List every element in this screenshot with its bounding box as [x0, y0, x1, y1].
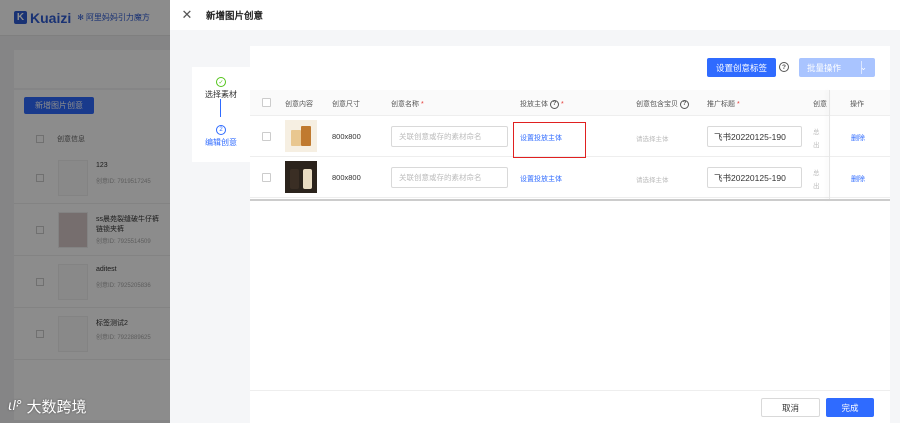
divider: [861, 61, 862, 74]
landing-select[interactable]: 请选择主体: [636, 174, 669, 184]
creative-name-input[interactable]: 关联创意或存的素材命名: [391, 167, 508, 188]
promo-title-input[interactable]: 飞书20220125-190: [707, 126, 802, 147]
delete-link[interactable]: 删除: [851, 174, 865, 184]
step-edit-creative[interactable]: 2 编辑创意: [192, 125, 250, 148]
done-button[interactable]: 完成: [826, 398, 874, 417]
creative-thumbnail[interactable]: [285, 120, 317, 152]
watermark-logo-icon: ιŀ°: [8, 399, 23, 414]
set-subject-link[interactable]: 设置投放主体: [520, 174, 562, 184]
header-subject: 投放主体? *: [520, 99, 564, 109]
set-creative-tag-button[interactable]: 设置创意标签: [707, 58, 776, 77]
step-select-material[interactable]: ✓ 选择素材: [192, 77, 250, 100]
header-size: 创意尺寸: [332, 101, 360, 108]
step-connector: [220, 99, 221, 117]
step-label: 选择素材: [205, 90, 237, 99]
table-header: 创意内容 创意尺寸 创意名称 * 投放主体? * 创意包含宝贝? 推广标题 * 创意 …: [250, 90, 890, 116]
step-label: 编辑创意: [205, 138, 237, 147]
creative-size: 800x800: [332, 173, 361, 182]
batch-label: 批量操作: [807, 62, 842, 73]
cancel-button[interactable]: 取消: [761, 398, 820, 417]
drawer-header: ✕ 新增图片创意: [170, 0, 900, 30]
modal-mask[interactable]: [0, 0, 170, 423]
table-row: 800x800 关联创意或存的素材命名 设置投放主体 请选择主体 飞书20220…: [250, 157, 890, 198]
header-actions: 操作: [850, 101, 864, 108]
batch-operation-dropdown[interactable]: 批量操作 ⌄: [799, 58, 875, 77]
creative-size: 800x800: [332, 132, 361, 141]
new-image-creative-drawer: ✕ 新增图片创意 ✓ 选择素材 2 编辑创意 设置创意标签 ? 批量操作 ⌄ 创…: [170, 0, 900, 423]
help-icon[interactable]: ?: [550, 99, 559, 109]
check-icon: ✓: [216, 77, 226, 87]
delete-link[interactable]: 删除: [851, 133, 865, 143]
header-landing: 创意包含宝贝?: [636, 99, 689, 109]
row-checkbox[interactable]: [262, 132, 271, 141]
header-name: 创意名称 *: [391, 100, 424, 109]
landing-select[interactable]: 请选择主体: [636, 133, 669, 143]
annotation-highlight-box: [513, 122, 586, 158]
help-icon[interactable]: ?: [680, 99, 689, 109]
step-number-icon: 2: [216, 125, 226, 135]
header-col7: 创意: [813, 101, 827, 108]
product-shape: [290, 169, 299, 189]
col7-value: 出: [813, 142, 820, 149]
product-shape: [303, 169, 312, 189]
creative-edit-panel: 设置创意标签 ? 批量操作 ⌄ 创意内容 创意尺寸 创意名称 * 投放主体? * 创…: [250, 46, 890, 423]
fixed-column-shadow: [829, 90, 830, 201]
watermark-text: 大数跨境: [26, 398, 87, 416]
creative-name-input[interactable]: 关联创意或存的素材命名: [391, 126, 508, 147]
row-checkbox[interactable]: [262, 173, 271, 182]
horizontal-scrollbar[interactable]: [250, 199, 890, 201]
step-indicator: ✓ 选择素材 2 编辑创意: [192, 67, 250, 162]
col7-value: 出: [813, 183, 820, 190]
col7-value: 总: [813, 170, 820, 177]
product-shape: [291, 130, 301, 146]
watermark: ιŀ° 大数跨境: [8, 396, 87, 417]
product-shape: [301, 126, 311, 146]
select-all-checkbox[interactable]: [262, 98, 271, 107]
help-icon[interactable]: ?: [779, 62, 789, 72]
creative-thumbnail[interactable]: [285, 161, 317, 193]
drawer-title: 新增图片创意: [206, 11, 264, 22]
promo-title-input[interactable]: 飞书20220125-190: [707, 167, 802, 188]
header-promo-title: 推广标题 *: [707, 100, 740, 109]
close-icon[interactable]: ✕: [180, 7, 194, 22]
col7-value: 总: [813, 129, 820, 136]
drawer-footer: 取消 完成: [250, 390, 890, 423]
header-content: 创意内容: [285, 101, 313, 108]
